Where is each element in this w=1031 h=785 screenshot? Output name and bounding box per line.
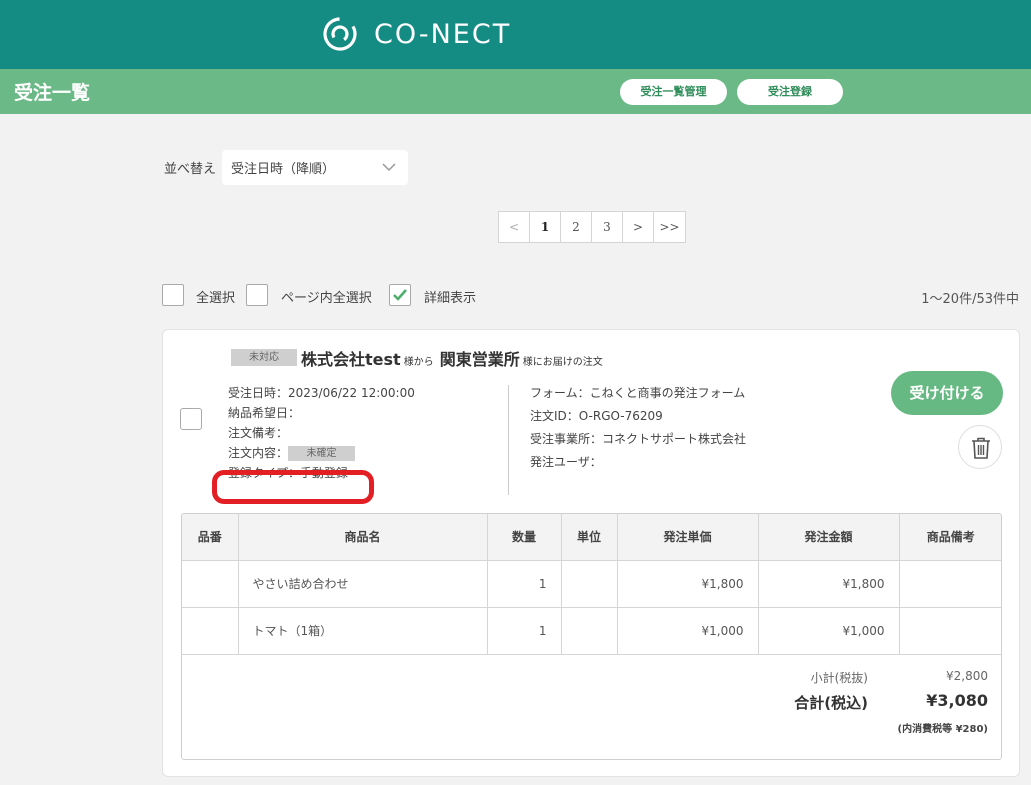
subtotal-value: ¥2,800 [946, 669, 988, 683]
order-note: 注文備考： [228, 426, 289, 440]
tax-row: (内消費税等 ¥280) [688, 716, 988, 738]
order-info-left: 受注日時：2023/06/22 12:00:00 納品希望日： 注文備考： 注文… [228, 383, 428, 483]
cell-amount: ¥1,000 [758, 607, 900, 655]
logo-mark-icon [323, 17, 357, 51]
cell-note [899, 560, 1001, 608]
accept-button[interactable]: 受け付ける [891, 371, 1003, 415]
cell-code [182, 560, 239, 608]
cell-qty: 1 [487, 560, 562, 608]
pagination-page-1[interactable]: 1 [530, 212, 561, 242]
pagination-prev[interactable]: < [499, 212, 530, 242]
cell-unit [561, 560, 618, 608]
pagination: < 1 2 3 > >> [498, 211, 686, 243]
order-select-checkbox[interactable] [180, 408, 202, 430]
page-title: 受注一覧 [14, 82, 91, 104]
cell-name: やさい詰め合わせ [238, 560, 488, 608]
sub-header: 受注一覧 受注一覧管理 受注登録 [0, 69, 1031, 114]
sort-selected-value: 受注日時（降順） [231, 162, 336, 177]
pagination-page-3[interactable]: 3 [592, 212, 623, 242]
content-badge: 未確定 [288, 446, 356, 461]
show-details-label: 詳細表示 [424, 291, 477, 306]
info-divider [508, 385, 509, 495]
order-register-button[interactable]: 受注登録 [737, 79, 843, 105]
th-note: 商品備考 [899, 514, 1001, 561]
table-row: やさい詰め合わせ 1 ¥1,800 ¥1,800 [182, 560, 1001, 608]
cell-code [182, 607, 239, 655]
customer-name: 株式会社test [301, 350, 401, 369]
order-content: 注文内容： 未確定 [228, 443, 428, 463]
order-items-table: 品番 商品名 数量 単位 発注単価 発注金額 商品備考 やさい詰め合わせ 1 ¥… [181, 513, 1002, 760]
status-badge: 未対応 [231, 349, 297, 366]
order-user: 発注ユーザ： [530, 455, 602, 469]
order-content-label: 注文内容： [228, 446, 289, 460]
select-all-label: 全選択 [196, 291, 236, 306]
th-qty: 数量 [487, 514, 562, 561]
result-count: 1〜20件/53件中 [921, 292, 1019, 307]
order-card: 未対応 株式会社test 様から 関東営業所 様にお届けの注文 受注日時：2023/0… [162, 329, 1020, 777]
highlight-annotation [212, 470, 374, 504]
order-form: フォーム：こねくと商事の発注フォーム [530, 386, 746, 400]
show-details-checkbox[interactable] [389, 284, 411, 306]
cell-qty: 1 [487, 607, 562, 655]
pagination-next[interactable]: > [623, 212, 654, 242]
cell-note [899, 607, 1001, 655]
chevron-down-icon [382, 163, 396, 172]
select-page-checkbox[interactable] [246, 284, 268, 306]
subtotal-label: 小計(税抜) [810, 671, 868, 685]
order-info-right: フォーム：こねくと商事の発注フォーム 注文ID：O-RGO-76209 受注事業… [530, 383, 770, 475]
destination-suffix: 様にお届けの注文 [522, 357, 603, 368]
table-header-row: 品番 商品名 数量 単位 発注単価 発注金額 商品備考 [182, 514, 1001, 561]
sort-select[interactable]: 受注日時（降順） [222, 150, 408, 185]
th-amount: 発注金額 [758, 514, 900, 561]
total-value: ¥3,080 [926, 691, 988, 710]
th-name: 商品名 [238, 514, 488, 561]
cell-unit [561, 607, 618, 655]
delivery-date: 納品希望日： [228, 406, 301, 420]
logo[interactable]: CO-NECT [322, 14, 511, 54]
order-id: 注文ID：O-RGO-76209 [530, 409, 663, 423]
cell-name: トマト（1箱） [238, 607, 488, 655]
cell-price: ¥1,800 [617, 560, 759, 608]
order-list-manage-button[interactable]: 受注一覧管理 [620, 79, 727, 105]
total-row: 合計(税込) ¥3,080 [688, 688, 988, 716]
check-icon [393, 289, 407, 301]
table-row: トマト（1箱） 1 ¥1,000 ¥1,000 [182, 607, 1001, 655]
th-unit: 単位 [561, 514, 618, 561]
tax-note: (内消費税等 ¥280) [897, 724, 988, 735]
pagination-last[interactable]: >> [654, 212, 685, 242]
pagination-page-2[interactable]: 2 [561, 212, 592, 242]
logo-text: CO-NECT [374, 18, 512, 50]
select-all-checkbox[interactable] [162, 284, 184, 306]
cell-price: ¥1,000 [617, 607, 759, 655]
total-label: 合計(税込) [794, 694, 868, 712]
cell-amount: ¥1,800 [758, 560, 900, 608]
th-code: 品番 [182, 514, 239, 561]
sort-label: 並べ替え [164, 162, 217, 177]
receiving-office: 受注事業所：コネクトサポート株式会社 [530, 432, 747, 446]
order-date: 受注日時：2023/06/22 12:00:00 [228, 386, 415, 400]
top-header: CO-NECT [0, 0, 1031, 69]
th-price: 発注単価 [617, 514, 759, 561]
from-suffix: 様から [403, 357, 434, 368]
select-page-label: ページ内全選択 [281, 291, 372, 306]
totals: 小計(税抜) ¥2,800 合計(税込) ¥3,080 (内消費税等 ¥280) [688, 666, 988, 738]
order-heading: 株式会社test 様から 関東営業所 様にお届けの注文 [301, 346, 609, 370]
delete-button[interactable] [958, 425, 1002, 469]
subtotal-row: 小計(税抜) ¥2,800 [688, 666, 988, 688]
destination-name: 関東営業所 [439, 350, 520, 369]
trash-icon [972, 437, 990, 459]
